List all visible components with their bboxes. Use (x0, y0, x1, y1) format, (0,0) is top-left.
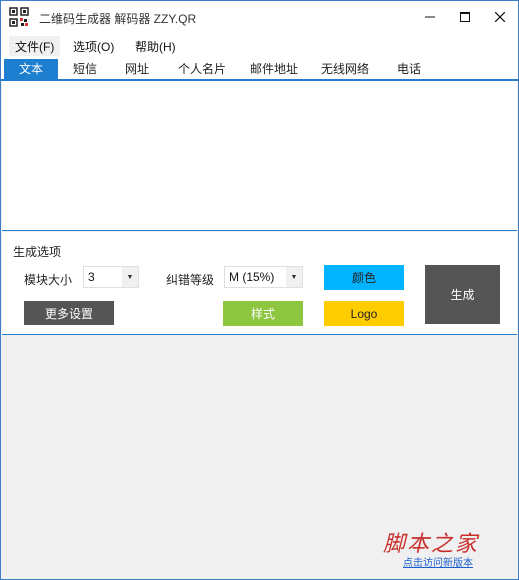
chevron-down-icon[interactable]: ▼ (122, 267, 138, 287)
app-window: 二维码生成器 解码器 ZZY.QR 文件(F) 选项(O) 帮助(H) 文本 短… (0, 0, 519, 580)
watermark-logo: 脚本之家 点击访问新版本 (383, 526, 503, 570)
more-settings-button[interactable]: 更多设置 (24, 301, 114, 325)
tab-phone[interactable]: 电话 (387, 59, 431, 81)
menu-file[interactable]: 文件(F) (9, 36, 61, 56)
tab-sms[interactable]: 短信 (63, 59, 107, 81)
maximize-button[interactable] (448, 1, 482, 33)
tab-business-card[interactable]: 个人名片 (173, 59, 231, 81)
tab-email[interactable]: 邮件地址 (245, 59, 303, 81)
generate-options-panel: 生成选项 模块大小 3 ▼ 纠错等级 M (15%) ▼ 颜色 Logo 样式 … (2, 232, 517, 335)
menu-help[interactable]: 帮助(H) (129, 36, 182, 56)
maximize-icon (460, 12, 470, 22)
chevron-down-icon[interactable]: ▼ (286, 267, 302, 287)
tab-bar: 文本 短信 网址 个人名片 邮件地址 无线网络 电话 (1, 57, 518, 81)
generate-button[interactable]: 生成 (425, 265, 500, 324)
qr-code-icon (9, 7, 29, 27)
text-input-area[interactable] (2, 81, 517, 231)
error-level-label: 纠错等级 (166, 273, 215, 287)
logo-button[interactable]: Logo (324, 301, 404, 326)
module-size-value: 3 (88, 270, 95, 284)
error-level-value: M (15%) (229, 270, 275, 284)
close-button[interactable] (483, 1, 517, 33)
tab-text[interactable]: 文本 (4, 59, 58, 81)
watermark-link[interactable]: 点击访问新版本 (403, 554, 473, 569)
error-level-select[interactable]: M (15%) ▼ (224, 266, 303, 288)
color-button[interactable]: 颜色 (324, 265, 404, 290)
minimize-button[interactable] (413, 1, 447, 33)
tab-url[interactable]: 网址 (115, 59, 159, 81)
style-button[interactable]: 样式 (223, 301, 303, 326)
module-size-select[interactable]: 3 ▼ (83, 266, 139, 288)
module-size-label: 模块大小 (24, 273, 73, 287)
window-title: 二维码生成器 解码器 ZZY.QR (39, 12, 197, 26)
close-icon (495, 12, 505, 22)
tab-wifi[interactable]: 无线网络 (316, 59, 374, 81)
menu-bar: 文件(F) 选项(O) 帮助(H) (1, 33, 518, 57)
minimize-icon (425, 16, 435, 18)
menu-options[interactable]: 选项(O) (67, 36, 120, 56)
title-bar: 二维码生成器 解码器 ZZY.QR (1, 1, 518, 33)
section-title: 生成选项 (13, 245, 62, 259)
